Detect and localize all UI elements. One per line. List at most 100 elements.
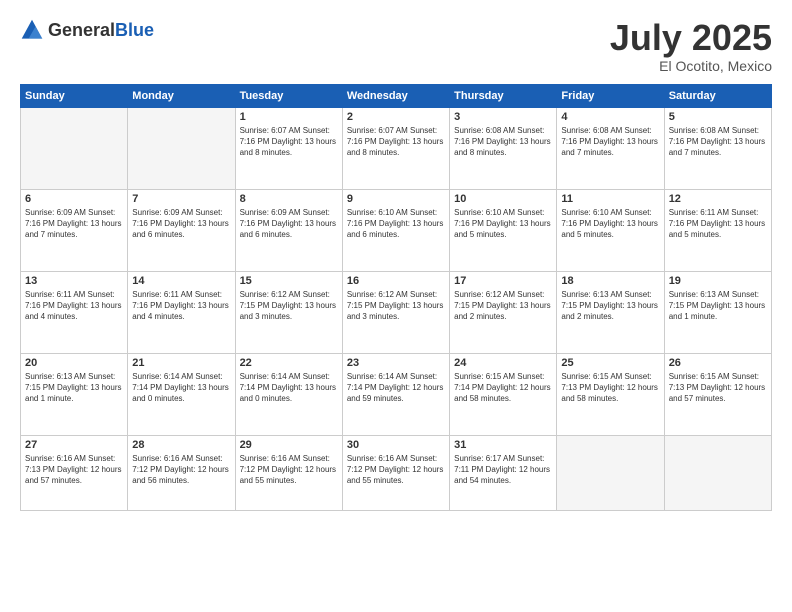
- day-info: Sunrise: 6:07 AM Sunset: 7:16 PM Dayligh…: [240, 125, 338, 159]
- day-number: 9: [347, 193, 445, 205]
- calendar-cell: 8 Sunrise: 6:09 AM Sunset: 7:16 PM Daylig…: [235, 189, 342, 271]
- day-info: Sunrise: 6:16 AM Sunset: 7:13 PM Dayligh…: [25, 453, 123, 487]
- calendar-cell: 1 Sunrise: 6:07 AM Sunset: 7:16 PM Daylig…: [235, 107, 342, 189]
- day-number: 4: [561, 111, 659, 123]
- day-number: 26: [669, 357, 767, 369]
- header: GeneralBlue July 2025 El Ocotito, Mexico: [20, 18, 772, 74]
- calendar-cell: 3 Sunrise: 6:08 AM Sunset: 7:16 PM Daylig…: [450, 107, 557, 189]
- day-number: 6: [25, 193, 123, 205]
- calendar-week-row: 20 Sunrise: 6:13 AM Sunset: 7:15 PM Dayli…: [21, 353, 772, 435]
- day-info: Sunrise: 6:08 AM Sunset: 7:16 PM Dayligh…: [669, 125, 767, 159]
- calendar-cell: [664, 435, 771, 510]
- day-number: 11: [561, 193, 659, 205]
- day-info: Sunrise: 6:13 AM Sunset: 7:15 PM Dayligh…: [561, 289, 659, 323]
- day-number: 3: [454, 111, 552, 123]
- main-title: July 2025: [610, 18, 772, 58]
- calendar-cell: 13 Sunrise: 6:11 AM Sunset: 7:16 PM Dayli…: [21, 271, 128, 353]
- day-number: 1: [240, 111, 338, 123]
- day-info: Sunrise: 6:12 AM Sunset: 7:15 PM Dayligh…: [240, 289, 338, 323]
- calendar-cell: 6 Sunrise: 6:09 AM Sunset: 7:16 PM Daylig…: [21, 189, 128, 271]
- day-info: Sunrise: 6:16 AM Sunset: 7:12 PM Dayligh…: [132, 453, 230, 487]
- calendar-cell: 21 Sunrise: 6:14 AM Sunset: 7:14 PM Dayli…: [128, 353, 235, 435]
- day-number: 13: [25, 275, 123, 287]
- calendar-cell: 20 Sunrise: 6:13 AM Sunset: 7:15 PM Dayli…: [21, 353, 128, 435]
- calendar-cell: [21, 107, 128, 189]
- day-number: 29: [240, 439, 338, 451]
- day-info: Sunrise: 6:15 AM Sunset: 7:14 PM Dayligh…: [454, 371, 552, 405]
- day-number: 21: [132, 357, 230, 369]
- logo-icon: [20, 18, 44, 42]
- calendar-header: Sunday Monday Tuesday Wednesday Thursday…: [21, 84, 772, 107]
- calendar-cell: 24 Sunrise: 6:15 AM Sunset: 7:14 PM Dayli…: [450, 353, 557, 435]
- day-info: Sunrise: 6:17 AM Sunset: 7:11 PM Dayligh…: [454, 453, 552, 487]
- calendar-week-row: 6 Sunrise: 6:09 AM Sunset: 7:16 PM Daylig…: [21, 189, 772, 271]
- col-wednesday: Wednesday: [342, 84, 449, 107]
- day-number: 31: [454, 439, 552, 451]
- calendar-cell: 9Sunrise: 6:10 AM Sunset: 7:16 PM Daylig…: [342, 189, 449, 271]
- day-number: 8: [240, 193, 338, 205]
- day-info: Sunrise: 6:08 AM Sunset: 7:16 PM Dayligh…: [454, 125, 552, 159]
- day-number: 25: [561, 357, 659, 369]
- logo-blue: Blue: [115, 20, 154, 40]
- day-info: Sunrise: 6:14 AM Sunset: 7:14 PM Dayligh…: [132, 371, 230, 405]
- calendar-cell: 17Sunrise: 6:12 AM Sunset: 7:15 PM Dayli…: [450, 271, 557, 353]
- col-tuesday: Tuesday: [235, 84, 342, 107]
- day-info: Sunrise: 6:14 AM Sunset: 7:14 PM Dayligh…: [240, 371, 338, 405]
- day-info: Sunrise: 6:09 AM Sunset: 7:16 PM Dayligh…: [240, 207, 338, 241]
- logo-general: General: [48, 20, 115, 40]
- day-info: Sunrise: 6:14 AM Sunset: 7:14 PM Dayligh…: [347, 371, 445, 405]
- day-info: Sunrise: 6:16 AM Sunset: 7:12 PM Dayligh…: [347, 453, 445, 487]
- calendar-week-row: 13 Sunrise: 6:11 AM Sunset: 7:16 PM Dayli…: [21, 271, 772, 353]
- calendar-cell: 19Sunrise: 6:13 AM Sunset: 7:15 PM Dayli…: [664, 271, 771, 353]
- calendar-cell: 30 Sunrise: 6:16 AM Sunset: 7:12 PM Dayli…: [342, 435, 449, 510]
- calendar-cell: 27 Sunrise: 6:16 AM Sunset: 7:13 PM Dayli…: [21, 435, 128, 510]
- calendar-body: 1 Sunrise: 6:07 AM Sunset: 7:16 PM Daylig…: [21, 107, 772, 510]
- day-number: 2: [347, 111, 445, 123]
- day-number: 7: [132, 193, 230, 205]
- day-number: 28: [132, 439, 230, 451]
- day-number: 15: [240, 275, 338, 287]
- day-number: 30: [347, 439, 445, 451]
- day-info: Sunrise: 6:09 AM Sunset: 7:16 PM Dayligh…: [25, 207, 123, 241]
- calendar-cell: 14 Sunrise: 6:11 AM Sunset: 7:16 PM Dayli…: [128, 271, 235, 353]
- day-number: 18: [561, 275, 659, 287]
- day-number: 27: [25, 439, 123, 451]
- day-number: 20: [25, 357, 123, 369]
- calendar-cell: 16Sunrise: 6:12 AM Sunset: 7:15 PM Dayli…: [342, 271, 449, 353]
- calendar-cell: 5 Sunrise: 6:08 AM Sunset: 7:16 PM Daylig…: [664, 107, 771, 189]
- calendar-cell: [557, 435, 664, 510]
- day-info: Sunrise: 6:16 AM Sunset: 7:12 PM Dayligh…: [240, 453, 338, 487]
- day-info: Sunrise: 6:11 AM Sunset: 7:16 PM Dayligh…: [132, 289, 230, 323]
- day-number: 24: [454, 357, 552, 369]
- day-number: 5: [669, 111, 767, 123]
- day-info: Sunrise: 6:13 AM Sunset: 7:15 PM Dayligh…: [669, 289, 767, 323]
- day-info: Sunrise: 6:13 AM Sunset: 7:15 PM Dayligh…: [25, 371, 123, 405]
- day-number: 23: [347, 357, 445, 369]
- day-info: Sunrise: 6:08 AM Sunset: 7:16 PM Dayligh…: [561, 125, 659, 159]
- calendar-cell: 25Sunrise: 6:15 AM Sunset: 7:13 PM Dayli…: [557, 353, 664, 435]
- day-number: 14: [132, 275, 230, 287]
- col-thursday: Thursday: [450, 84, 557, 107]
- day-info: Sunrise: 6:09 AM Sunset: 7:16 PM Dayligh…: [132, 207, 230, 241]
- calendar-cell: 22 Sunrise: 6:14 AM Sunset: 7:14 PM Dayli…: [235, 353, 342, 435]
- title-block: July 2025 El Ocotito, Mexico: [610, 18, 772, 74]
- page: GeneralBlue July 2025 El Ocotito, Mexico…: [0, 0, 792, 612]
- calendar-week-row: 27 Sunrise: 6:16 AM Sunset: 7:13 PM Dayli…: [21, 435, 772, 510]
- day-number: 12: [669, 193, 767, 205]
- header-row: Sunday Monday Tuesday Wednesday Thursday…: [21, 84, 772, 107]
- day-number: 16: [347, 275, 445, 287]
- calendar-cell: 12Sunrise: 6:11 AM Sunset: 7:16 PM Dayli…: [664, 189, 771, 271]
- day-number: 22: [240, 357, 338, 369]
- day-info: Sunrise: 6:10 AM Sunset: 7:16 PM Dayligh…: [454, 207, 552, 241]
- calendar-week-row: 1 Sunrise: 6:07 AM Sunset: 7:16 PM Daylig…: [21, 107, 772, 189]
- col-saturday: Saturday: [664, 84, 771, 107]
- day-info: Sunrise: 6:10 AM Sunset: 7:16 PM Dayligh…: [561, 207, 659, 241]
- logo: GeneralBlue: [20, 18, 154, 42]
- day-info: Sunrise: 6:11 AM Sunset: 7:16 PM Dayligh…: [25, 289, 123, 323]
- calendar-cell: 28 Sunrise: 6:16 AM Sunset: 7:12 PM Dayli…: [128, 435, 235, 510]
- calendar-cell: 4 Sunrise: 6:08 AM Sunset: 7:16 PM Daylig…: [557, 107, 664, 189]
- calendar-cell: [128, 107, 235, 189]
- col-sunday: Sunday: [21, 84, 128, 107]
- col-friday: Friday: [557, 84, 664, 107]
- day-number: 17: [454, 275, 552, 287]
